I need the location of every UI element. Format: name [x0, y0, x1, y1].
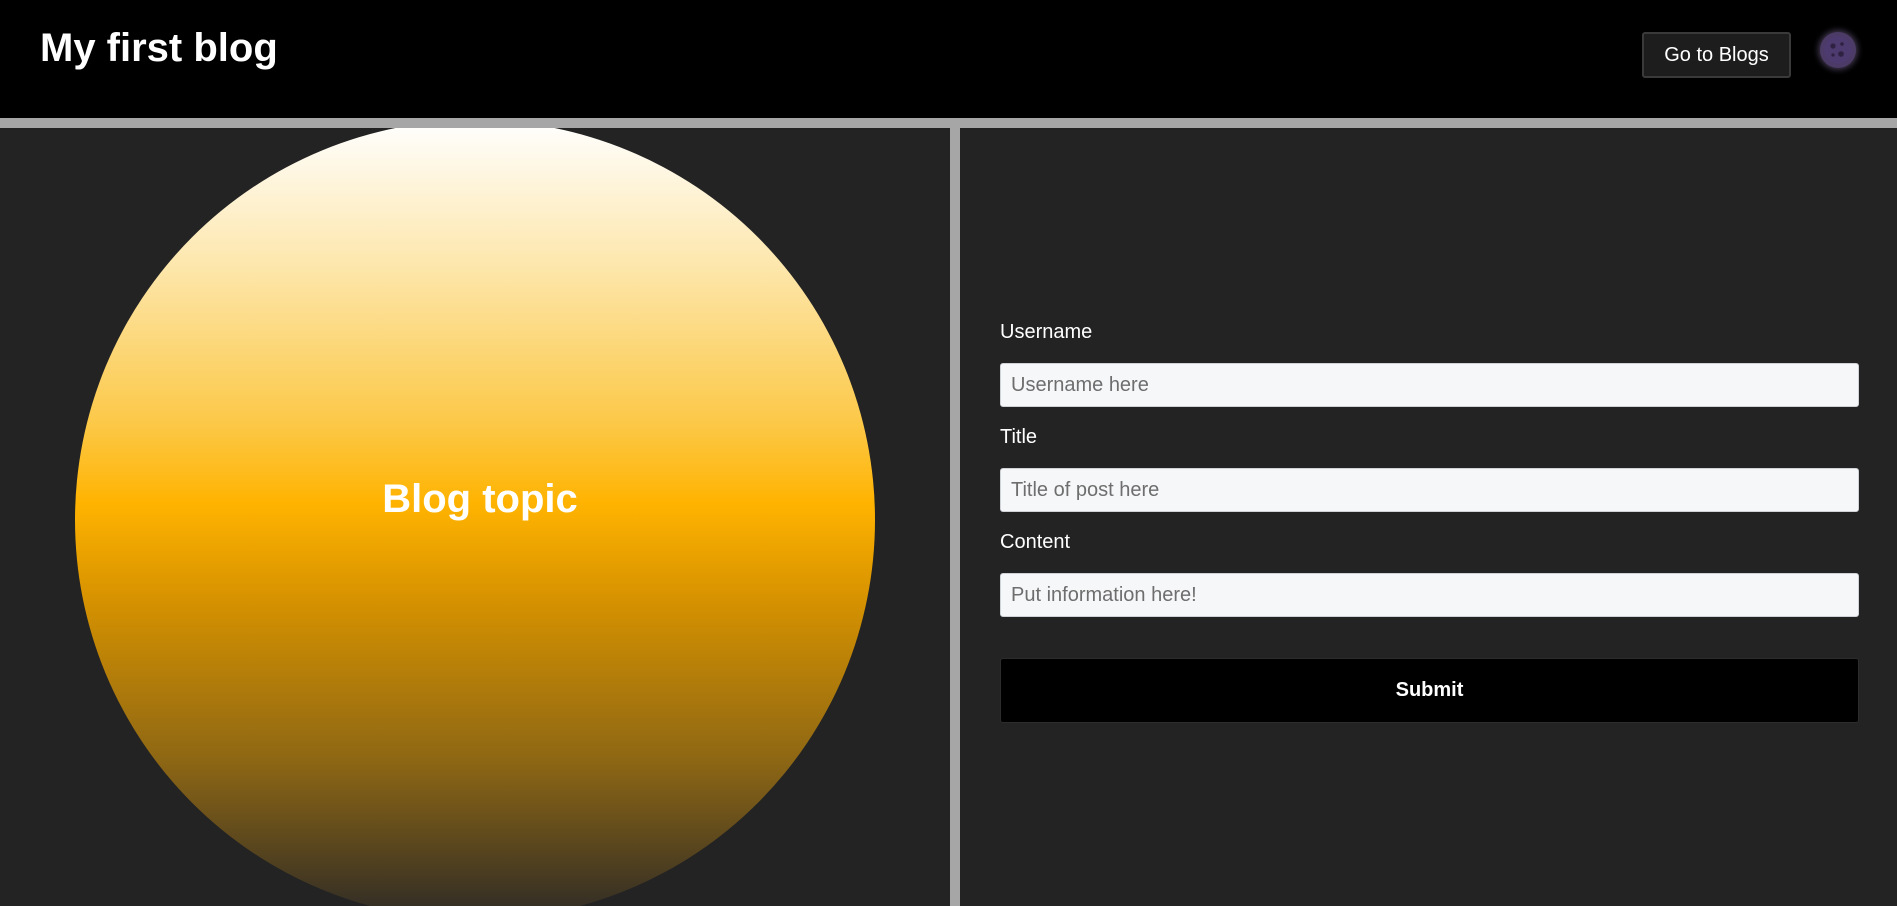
topic-panel: Blog topic: [0, 128, 950, 906]
header-divider: [0, 118, 1897, 128]
panel-divider: [950, 128, 960, 906]
title-label: Title: [1000, 426, 1038, 448]
content-label: Content: [1000, 531, 1071, 553]
top-header: My first blog Go to Blogs: [0, 0, 1897, 118]
post-form: Username Title Content Submit: [960, 128, 1897, 906]
go-to-blogs-button[interactable]: Go to Blogs: [1642, 32, 1791, 78]
blog-topic-label: Blog topic: [382, 477, 578, 521]
submit-button[interactable]: Submit: [1000, 658, 1859, 723]
moon-icon: [1820, 32, 1856, 68]
username-input[interactable]: [1000, 363, 1859, 407]
theme-toggle-button[interactable]: [1820, 32, 1856, 68]
username-label: Username: [1000, 321, 1093, 343]
site-title: My first blog: [40, 26, 278, 70]
title-input[interactable]: [1000, 468, 1859, 512]
content-input[interactable]: [1000, 573, 1859, 617]
